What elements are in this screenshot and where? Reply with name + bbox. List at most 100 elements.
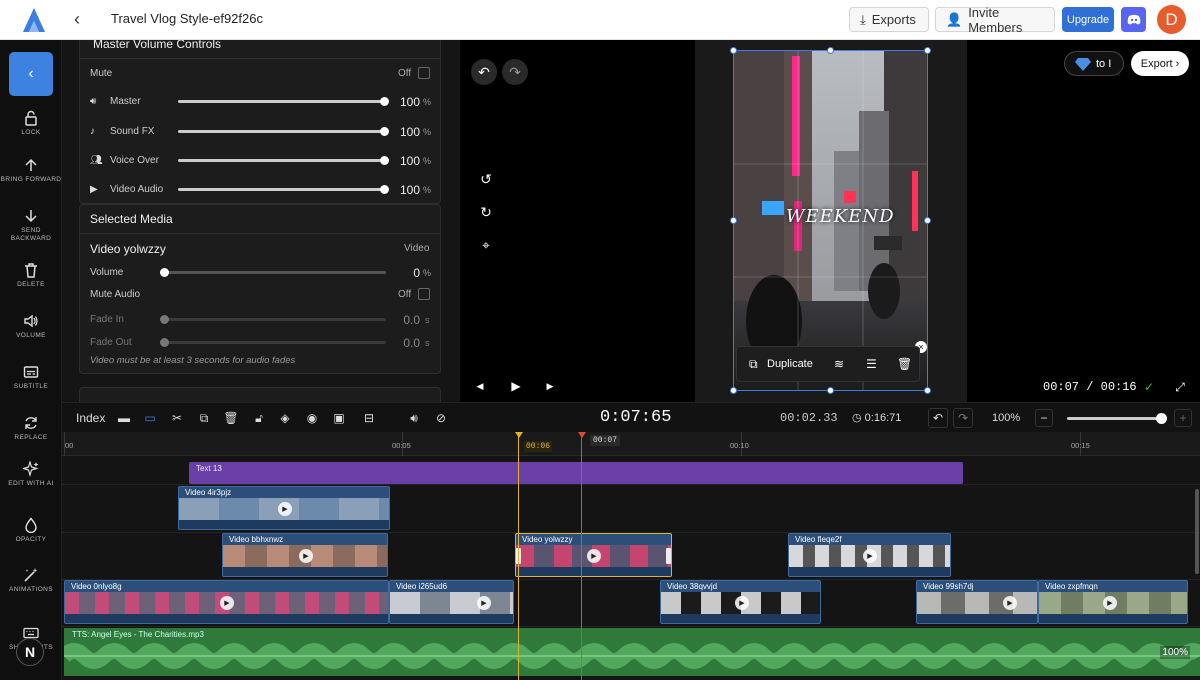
invite-members-button[interactable]: 👤 Invite Members (935, 5, 1055, 35)
resize-handle-tr[interactable] (924, 47, 931, 54)
zoom-in-button[interactable]: + (1174, 409, 1192, 427)
rotate-left-button[interactable]: ↺ (477, 170, 495, 188)
duplicate-button[interactable]: Duplicate (767, 358, 813, 370)
duplicate-icon[interactable]: ⧉ (749, 357, 758, 372)
sidebar-item-subtitle[interactable]: SUBTITLE (0, 364, 62, 391)
trash-icon[interactable]: 🗑︎ (897, 357, 912, 371)
sidebar-item-delete[interactable]: DELETE (0, 262, 62, 289)
video-clip-bbhxnwz[interactable]: Video bbhxnwz ▶ (222, 533, 388, 577)
trash-icon[interactable]: 🗑︎ (223, 411, 238, 425)
collapse-panel-button[interactable]: ‹ (9, 52, 53, 96)
back-chevron-icon[interactable]: ‹ (74, 10, 92, 28)
play-button[interactable]: ▶ (509, 379, 523, 393)
user-avatar[interactable]: D (1157, 5, 1186, 34)
sidebar-item-bring-forward[interactable]: BRING FORWARD (0, 157, 62, 184)
resize-handle-t[interactable] (827, 47, 834, 54)
playhead[interactable] (518, 432, 519, 680)
sidebar-item-opacity[interactable]: OPACITY (0, 517, 62, 544)
project-title[interactable]: Travel Vlog Style-ef92f26c (111, 11, 263, 26)
voice-over-slider[interactable] (178, 156, 389, 165)
video-clip-zxpfmqn[interactable]: Video zxpfmqn ▶ (1038, 580, 1188, 624)
play-icon[interactable]: ▶ (220, 596, 234, 610)
play-icon[interactable]: ▶ (735, 596, 749, 610)
fullscreen-button[interactable]: ⤢ (1173, 380, 1187, 394)
text-clip[interactable]: Text 13 (189, 462, 963, 484)
adjust-icon[interactable]: ☰ (866, 357, 877, 371)
scissors-icon[interactable]: ✂ (170, 411, 184, 425)
video-clip-fleqe2f[interactable]: Video fleqe2f ▶ (788, 533, 951, 577)
trim-handle-right[interactable] (666, 548, 671, 564)
sidebar-item-replace[interactable]: REPLACE (0, 415, 62, 442)
copy-icon[interactable]: ⧉ (197, 411, 211, 425)
rotate-right-button[interactable]: ↻ (477, 203, 495, 221)
resize-handle-br[interactable] (924, 387, 931, 394)
app-logo-icon[interactable] (22, 7, 46, 33)
sidebar-item-lock[interactable]: LOCK (0, 110, 62, 137)
resize-handle-r[interactable] (924, 217, 931, 224)
media-volume-knob[interactable] (160, 268, 169, 277)
resize-handle-l[interactable] (730, 217, 737, 224)
timeline-scrollbar[interactable] (1195, 489, 1199, 574)
zoom-out-button[interactable]: − (1035, 409, 1053, 427)
sticker-icon[interactable]: ⊘ (434, 411, 448, 425)
sound-fx-slider[interactable] (178, 127, 389, 136)
fade-in-knob[interactable] (160, 315, 169, 324)
video-clip-38qvvjd[interactable]: Video 38qvvjd ▶ (660, 580, 821, 624)
media-volume-slider[interactable] (160, 268, 386, 277)
timeline-undo-button[interactable]: ↶ (928, 408, 948, 428)
playhead-marker[interactable] (515, 432, 523, 438)
video-clip-yolwzzy[interactable]: Video yolwzzy ▶ (515, 533, 672, 577)
timeline-redo-button[interactable]: ↷ (953, 408, 973, 428)
sidebar-item-send-backward[interactable]: SEND BACKWARD (0, 208, 62, 243)
play-icon[interactable]: ▶ (1103, 596, 1117, 610)
fade-in-slider[interactable] (160, 315, 386, 324)
split-icon[interactable]: ⊟ (362, 411, 376, 425)
video-audio-slider[interactable] (178, 185, 389, 194)
diamond-upgrade-button[interactable]: to I (1064, 51, 1124, 76)
master-slider[interactable] (178, 97, 389, 106)
audio-clip[interactable]: TTS: Angel Eyes - The Charities.mp3 100% (64, 628, 1200, 676)
zoom-slider-knob[interactable] (1156, 413, 1167, 424)
video-clip-99sh7dj[interactable]: Video 99sh7dj ▶ (916, 580, 1038, 624)
fill-icon[interactable]: ◈ (278, 411, 292, 425)
exports-button[interactable]: ⤓ Exports (849, 7, 929, 32)
discord-button[interactable] (1121, 7, 1146, 32)
eye-icon[interactable]: ◉ (305, 411, 319, 425)
video-clip-0nlyo8g[interactable]: Video 0nlyo8g ▶ (64, 580, 389, 624)
undo-button[interactable]: ↶ (471, 59, 497, 85)
mute-checkbox[interactable] (418, 67, 430, 79)
unlock-icon[interactable]: 🔓︎ (252, 411, 266, 425)
mute-audio-checkbox[interactable] (418, 288, 430, 300)
redo-button[interactable]: ↷ (502, 59, 528, 85)
volume-icon[interactable]: 🔊︎ (407, 411, 421, 425)
comment-icon[interactable]: ▬ (117, 411, 131, 425)
layers-icon[interactable]: ≋ (834, 357, 844, 371)
play-icon[interactable]: ▶ (278, 502, 292, 516)
sidebar-item-volume[interactable]: VOLUME (0, 313, 62, 340)
play-icon[interactable]: ▶ (863, 549, 877, 563)
play-icon[interactable]: ▶ (299, 549, 313, 563)
caption-icon[interactable]: ▭ (143, 411, 157, 425)
index-button[interactable]: Index (76, 411, 105, 425)
zoom-slider[interactable] (1067, 413, 1167, 424)
selection-box[interactable] (733, 50, 928, 391)
sidebar-item-animations[interactable]: ANIMATIONS (0, 567, 62, 594)
video-clip-i265ud6[interactable]: Video i265ud6 ▶ (389, 580, 514, 624)
resize-handle-b[interactable] (827, 387, 834, 394)
play-icon[interactable]: ▶ (587, 549, 601, 563)
notifications-badge[interactable]: N (16, 638, 44, 666)
skip-forward-button[interactable]: ▶ (544, 380, 556, 392)
sidebar-item-edit-with-ai[interactable]: EDIT WITH AI (0, 461, 62, 488)
fade-out-slider[interactable] (160, 338, 386, 347)
export-button[interactable]: Export › (1131, 51, 1189, 76)
crosshair-button[interactable]: ⌖ (477, 236, 495, 254)
resize-handle-tl[interactable] (730, 47, 737, 54)
skip-back-button[interactable]: ◀ (474, 380, 486, 392)
upgrade-button[interactable]: Upgrade (1062, 7, 1114, 32)
play-icon[interactable]: ▶ (477, 596, 491, 610)
fade-out-knob[interactable] (160, 338, 169, 347)
time-ruler[interactable]: 00 00:05 00:10 00:15 (62, 432, 1200, 456)
resize-handle-bl[interactable] (730, 387, 737, 394)
frame-icon[interactable]: ▣ (332, 411, 346, 425)
play-icon[interactable]: ▶ (1003, 596, 1017, 610)
